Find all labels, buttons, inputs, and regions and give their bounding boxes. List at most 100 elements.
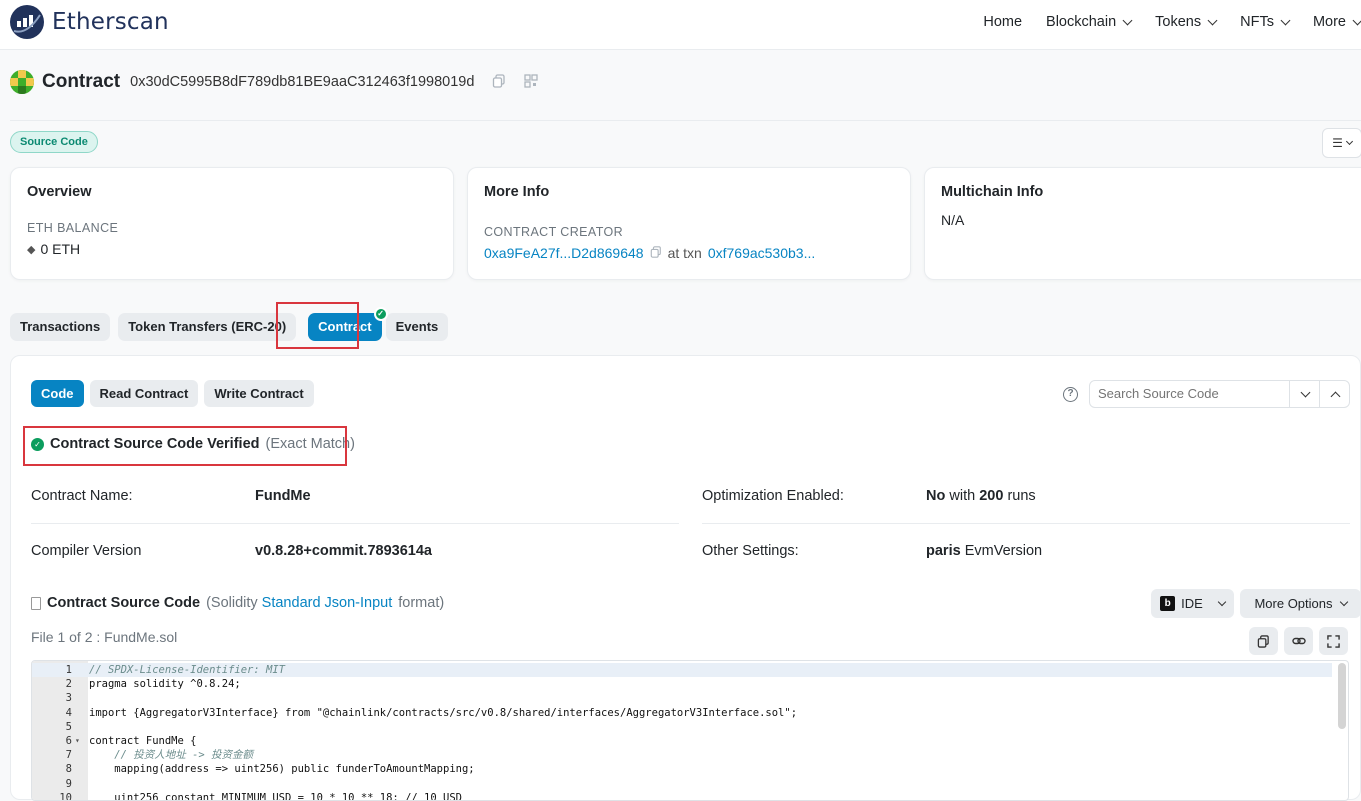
nav-label: NFTs (1240, 14, 1274, 30)
tab-token-transfers[interactable]: Token Transfers (ERC-20) (118, 313, 297, 341)
contract-panel: Code Read Contract Write Contract ? ✓ Co… (10, 355, 1361, 801)
optimization-runs-word: runs (1007, 488, 1036, 504)
main-nav: Home Blockchain Tokens NFTs More (959, 0, 1361, 44)
code-line: 5 (32, 720, 1332, 734)
line-number: 7 (65, 749, 72, 762)
help-icon[interactable]: ? (1063, 387, 1078, 402)
line-number: 8 (65, 763, 72, 776)
source-code-title: Contract Source Code (47, 595, 201, 611)
line-text: mapping(address => uint256) public funde… (89, 763, 475, 776)
source-link-button[interactable] (1284, 627, 1313, 655)
row-divider (31, 523, 679, 524)
line-number: 2 (65, 678, 72, 691)
verified-check-icon: ✓ (373, 307, 388, 321)
copy-icon[interactable] (492, 73, 506, 91)
nav-more[interactable]: More (1313, 14, 1361, 30)
nav-nfts[interactable]: NFTs (1240, 14, 1291, 30)
tab-events[interactable]: Events (385, 313, 449, 341)
editor-scrollbar[interactable] (1338, 663, 1346, 729)
link-icon (1291, 637, 1306, 645)
file-label: File 1 of 2 : FundMe.sol (31, 629, 178, 645)
source-format-close: format) (398, 595, 445, 611)
line-number: 6 (65, 735, 72, 747)
copy-icon (1257, 634, 1269, 648)
highlight-box-contract-tab (276, 302, 359, 349)
contract-subtabs: Code Read Contract Write Contract (31, 380, 314, 407)
brand-name: Etherscan (52, 9, 169, 35)
chevron-down-icon (1339, 597, 1348, 606)
line-number: 10 (59, 791, 72, 801)
nav-blockchain[interactable]: Blockchain (1046, 14, 1133, 30)
file-code-icon (31, 596, 41, 610)
line-number: 1 (65, 664, 72, 676)
nav-label: Tokens (1155, 14, 1202, 30)
chevron-down-icon (1122, 15, 1133, 25)
nav-tokens[interactable]: Tokens (1155, 14, 1218, 30)
more-info-card: More Info CONTRACT CREATOR 0xa9FeA27f...… (467, 167, 911, 280)
list-check-icon: ☰ (1332, 136, 1343, 150)
code-line: 8 mapping(address => uint256) public fun… (32, 762, 1332, 776)
highlight-box-verified (23, 426, 347, 466)
subtab-read-contract[interactable]: Read Contract (89, 380, 199, 407)
fold-toggle-icon[interactable]: ▾ (75, 734, 80, 748)
evm-version-suffix: EvmVersion (964, 543, 1043, 559)
chevron-down-icon (1280, 15, 1291, 25)
address-tabs: Transactions Token Transfers (ERC-20) Co… (10, 307, 449, 341)
etherscan-logo-icon (10, 5, 44, 39)
search-source-input[interactable] (1090, 381, 1289, 407)
more-options-label: More Options (1254, 596, 1333, 611)
chevron-down-icon (1207, 15, 1218, 25)
code-line: 10 uint256 constant MINIMUM_USD = 10 * 1… (32, 791, 1332, 801)
top-navbar: Etherscan Home Blockchain Tokens NFTs Mo… (0, 0, 1361, 50)
contract-address: 0x30dC5995B8dF789db81BE9aaC312463f199801… (130, 74, 475, 90)
expand-icon (1327, 634, 1340, 648)
nav-label: Blockchain (1046, 14, 1117, 30)
source-code-editor[interactable]: 1 // SPDX-License-Identifier: MIT 2 pragma … (31, 660, 1349, 801)
optimization-value: No with 200 runs (926, 488, 1036, 504)
creator-address-link[interactable]: 0xa9FeA27f...D2d869648 (484, 245, 644, 261)
contract-creator-label: CONTRACT CREATOR (484, 225, 624, 239)
compiler-version-label: Compiler Version (31, 543, 142, 559)
card-title: Multichain Info (941, 184, 1044, 200)
ide-label: IDE (1181, 596, 1203, 611)
contract-header: Contract 0x30dC5995B8dF789db81BE9aaC3124… (10, 70, 539, 94)
chevron-down-icon (1217, 597, 1227, 606)
nav-home[interactable]: Home (983, 14, 1022, 30)
more-options-dropdown[interactable]: More Options (1240, 589, 1361, 618)
chevron-up-icon (1330, 391, 1341, 401)
filter-list-button[interactable]: ☰ (1322, 128, 1361, 158)
optimization-runs: 200 (979, 488, 1004, 504)
source-code-header: Contract Source Code (Solidity Standard … (31, 595, 444, 611)
source-format-open: (Solidity (206, 595, 258, 611)
eth-balance-label: ETH BALANCE (27, 221, 119, 235)
copy-icon[interactable] (650, 245, 662, 261)
eth-balance-value: 0 ETH (40, 241, 81, 257)
subtab-write-contract[interactable]: Write Contract (204, 380, 314, 407)
overview-card: Overview ETH BALANCE ◆ 0 ETH (10, 167, 454, 280)
source-code-badge[interactable]: Source Code (10, 131, 98, 153)
contract-name-label: Contract Name: (31, 488, 133, 504)
creation-txn-link[interactable]: 0xf769ac530b3... (708, 245, 815, 261)
standard-json-input-link[interactable]: Standard Json-Input (262, 595, 393, 611)
blockscan-ide-icon: b (1160, 596, 1176, 611)
at-txn-label: at txn (667, 245, 702, 261)
code-line: 6 ▾ contract FundMe { (32, 734, 1332, 748)
search-prev-button[interactable] (1319, 381, 1349, 407)
ide-dropdown[interactable]: b IDE (1151, 589, 1234, 618)
evm-version-value: paris (926, 543, 961, 559)
chevron-down-icon (1352, 15, 1361, 25)
line-text: uint256 constant MINIMUM_USD = 10 * 10 *… (89, 791, 462, 801)
subtab-code[interactable]: Code (31, 380, 84, 407)
search-next-button[interactable] (1289, 381, 1319, 407)
card-title: Overview (27, 184, 92, 200)
qr-code-icon[interactable] (524, 73, 539, 91)
fullscreen-button[interactable] (1319, 627, 1348, 655)
line-text: import {AggregatorV3Interface} from "@ch… (89, 706, 798, 719)
copy-source-button[interactable] (1249, 627, 1278, 655)
line-text: contract FundMe { (89, 735, 197, 747)
code-line: 9 (32, 777, 1332, 791)
tab-transactions[interactable]: Transactions (10, 313, 111, 341)
code-line: 4 import {AggregatorV3Interface} from "@c… (32, 706, 1332, 720)
etherscan-logo[interactable]: Etherscan (10, 5, 169, 39)
contract-name-value: FundMe (255, 488, 311, 504)
